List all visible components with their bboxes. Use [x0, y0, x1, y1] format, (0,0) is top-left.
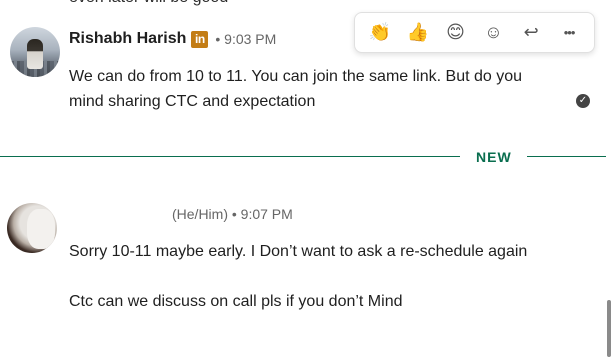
linkedin-premium-icon: in [191, 30, 209, 48]
message-header: Rishabh Harish in • 9:03 PM [69, 30, 276, 48]
message-body: We can do from 10 to 11. You can join th… [69, 68, 523, 110]
new-messages-divider [0, 156, 606, 158]
sender-name[interactable]: Rishabh Harish [69, 30, 186, 48]
smile-icon[interactable]: 😊 [441, 18, 471, 48]
message-body: Sorry 10-11 maybe early. I Don’t want to… [69, 239, 549, 314]
message-timestamp: (He/Him) • 9:07 PM [172, 206, 293, 222]
reply-icon[interactable]: ↩ [516, 18, 546, 48]
previous-message-text: even later will be good [69, 0, 228, 8]
reaction-toolbar: 👏 👍 😊 ☺ ↩ ••• [354, 12, 595, 53]
avatar-person [27, 39, 43, 69]
add-reaction-icon[interactable]: ☺ [478, 18, 508, 48]
message-paragraph: Sorry 10-11 maybe early. I Don’t want to… [69, 243, 528, 260]
new-label: NEW [476, 149, 512, 165]
seen-check-icon: ✓ [576, 94, 590, 108]
scrollbar-thumb[interactable] [607, 300, 611, 357]
avatar-face [27, 209, 55, 249]
message-timestamp: • 9:03 PM [215, 31, 276, 47]
divider-line-left [0, 156, 460, 157]
messaging-thread: even later will be good Rishabh Harish i… [0, 0, 611, 357]
avatar[interactable] [7, 203, 57, 253]
time-text: 9:03 PM [224, 31, 277, 47]
clap-icon[interactable]: 👏 [365, 18, 395, 48]
more-icon[interactable]: ••• [554, 18, 584, 48]
divider-line-right [527, 156, 606, 157]
thumbs-up-icon[interactable]: 👍 [403, 18, 433, 48]
message-paragraph: Ctc can we discuss on call pls if you do… [69, 293, 403, 310]
avatar[interactable] [10, 27, 60, 77]
separator-dot: • [215, 31, 221, 47]
